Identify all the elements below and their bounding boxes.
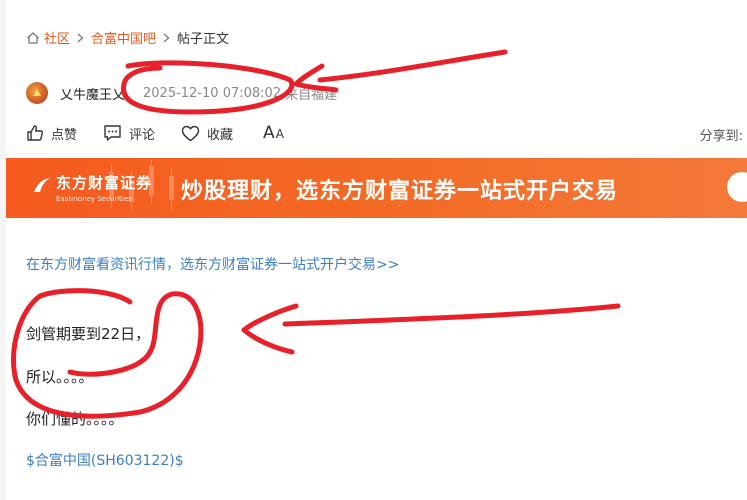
like-label: 点赞 xyxy=(51,127,78,143)
avatar[interactable] xyxy=(26,82,48,104)
favorite-button[interactable]: 收藏 xyxy=(181,124,233,143)
thumbs-up-icon xyxy=(27,125,44,141)
post-paragraph: 所以。。。。 xyxy=(26,368,94,386)
heart-icon xyxy=(181,125,200,141)
comment-button[interactable]: 评论 xyxy=(103,124,155,143)
stock-tag-link[interactable]: $合富中国(SH603122)$ xyxy=(26,450,184,470)
breadcrumb-current: 帖子正文 xyxy=(177,32,230,47)
comment-label: 评论 xyxy=(129,127,156,143)
ad-banner[interactable]: 东方财富证券 Eastmoney Securities 炒股理财，选东方财富证券… xyxy=(6,158,747,218)
action-row: 点赞 评论 收藏 A A 分享到: xyxy=(26,123,747,144)
like-button[interactable]: 点赞 xyxy=(26,124,77,143)
breadcrumb-community-link[interactable]: 社区 xyxy=(44,28,70,47)
chevron-right-icon xyxy=(163,33,170,43)
share-label: 分享到: xyxy=(699,129,743,144)
post-paragraph: 剑管期要到22日， xyxy=(26,325,151,343)
chevron-right-icon xyxy=(77,33,84,43)
promo-link[interactable]: 在东方财富看资讯行情，选东方财富证券一站式开户交易>> xyxy=(26,254,399,274)
eastmoney-logo: 东方财富证券 Eastmoney Securities xyxy=(56,172,152,203)
post-paragraph: 你们懂的。。。。 xyxy=(26,410,124,428)
breadcrumb: 社区 合富中国吧 帖子正文 xyxy=(26,28,229,47)
post-source: 来自福建 xyxy=(285,87,338,103)
author-row: 乂牛魔王乂 2025-12-10 07:08:02 来自福建 xyxy=(26,82,337,104)
breadcrumb-forum-link[interactable]: 合富中国吧 xyxy=(91,28,156,47)
logo-en: Eastmoney Securities xyxy=(56,195,132,203)
banner-slogan: 炒股理财，选东方财富证券一站式开户交易 xyxy=(181,179,619,204)
favorite-label: 收藏 xyxy=(207,127,234,143)
eastmoney-logo-icon xyxy=(34,178,50,192)
font-size-large-glyph: A xyxy=(263,123,275,143)
banner-button[interactable] xyxy=(727,172,747,202)
home-icon xyxy=(26,31,40,45)
post-time: 2025-12-10 07:08:02 xyxy=(143,85,282,101)
author-name[interactable]: 乂牛魔王乂 xyxy=(60,84,125,103)
post-card: 社区 合富中国吧 帖子正文 乂牛魔王乂 2025-12-10 07:08:02 … xyxy=(6,0,747,500)
logo-cn: 东方财富证券 xyxy=(56,174,153,192)
comment-icon xyxy=(104,125,121,141)
font-size-small-glyph: A xyxy=(275,127,284,141)
font-size-button[interactable]: A A xyxy=(263,123,284,143)
